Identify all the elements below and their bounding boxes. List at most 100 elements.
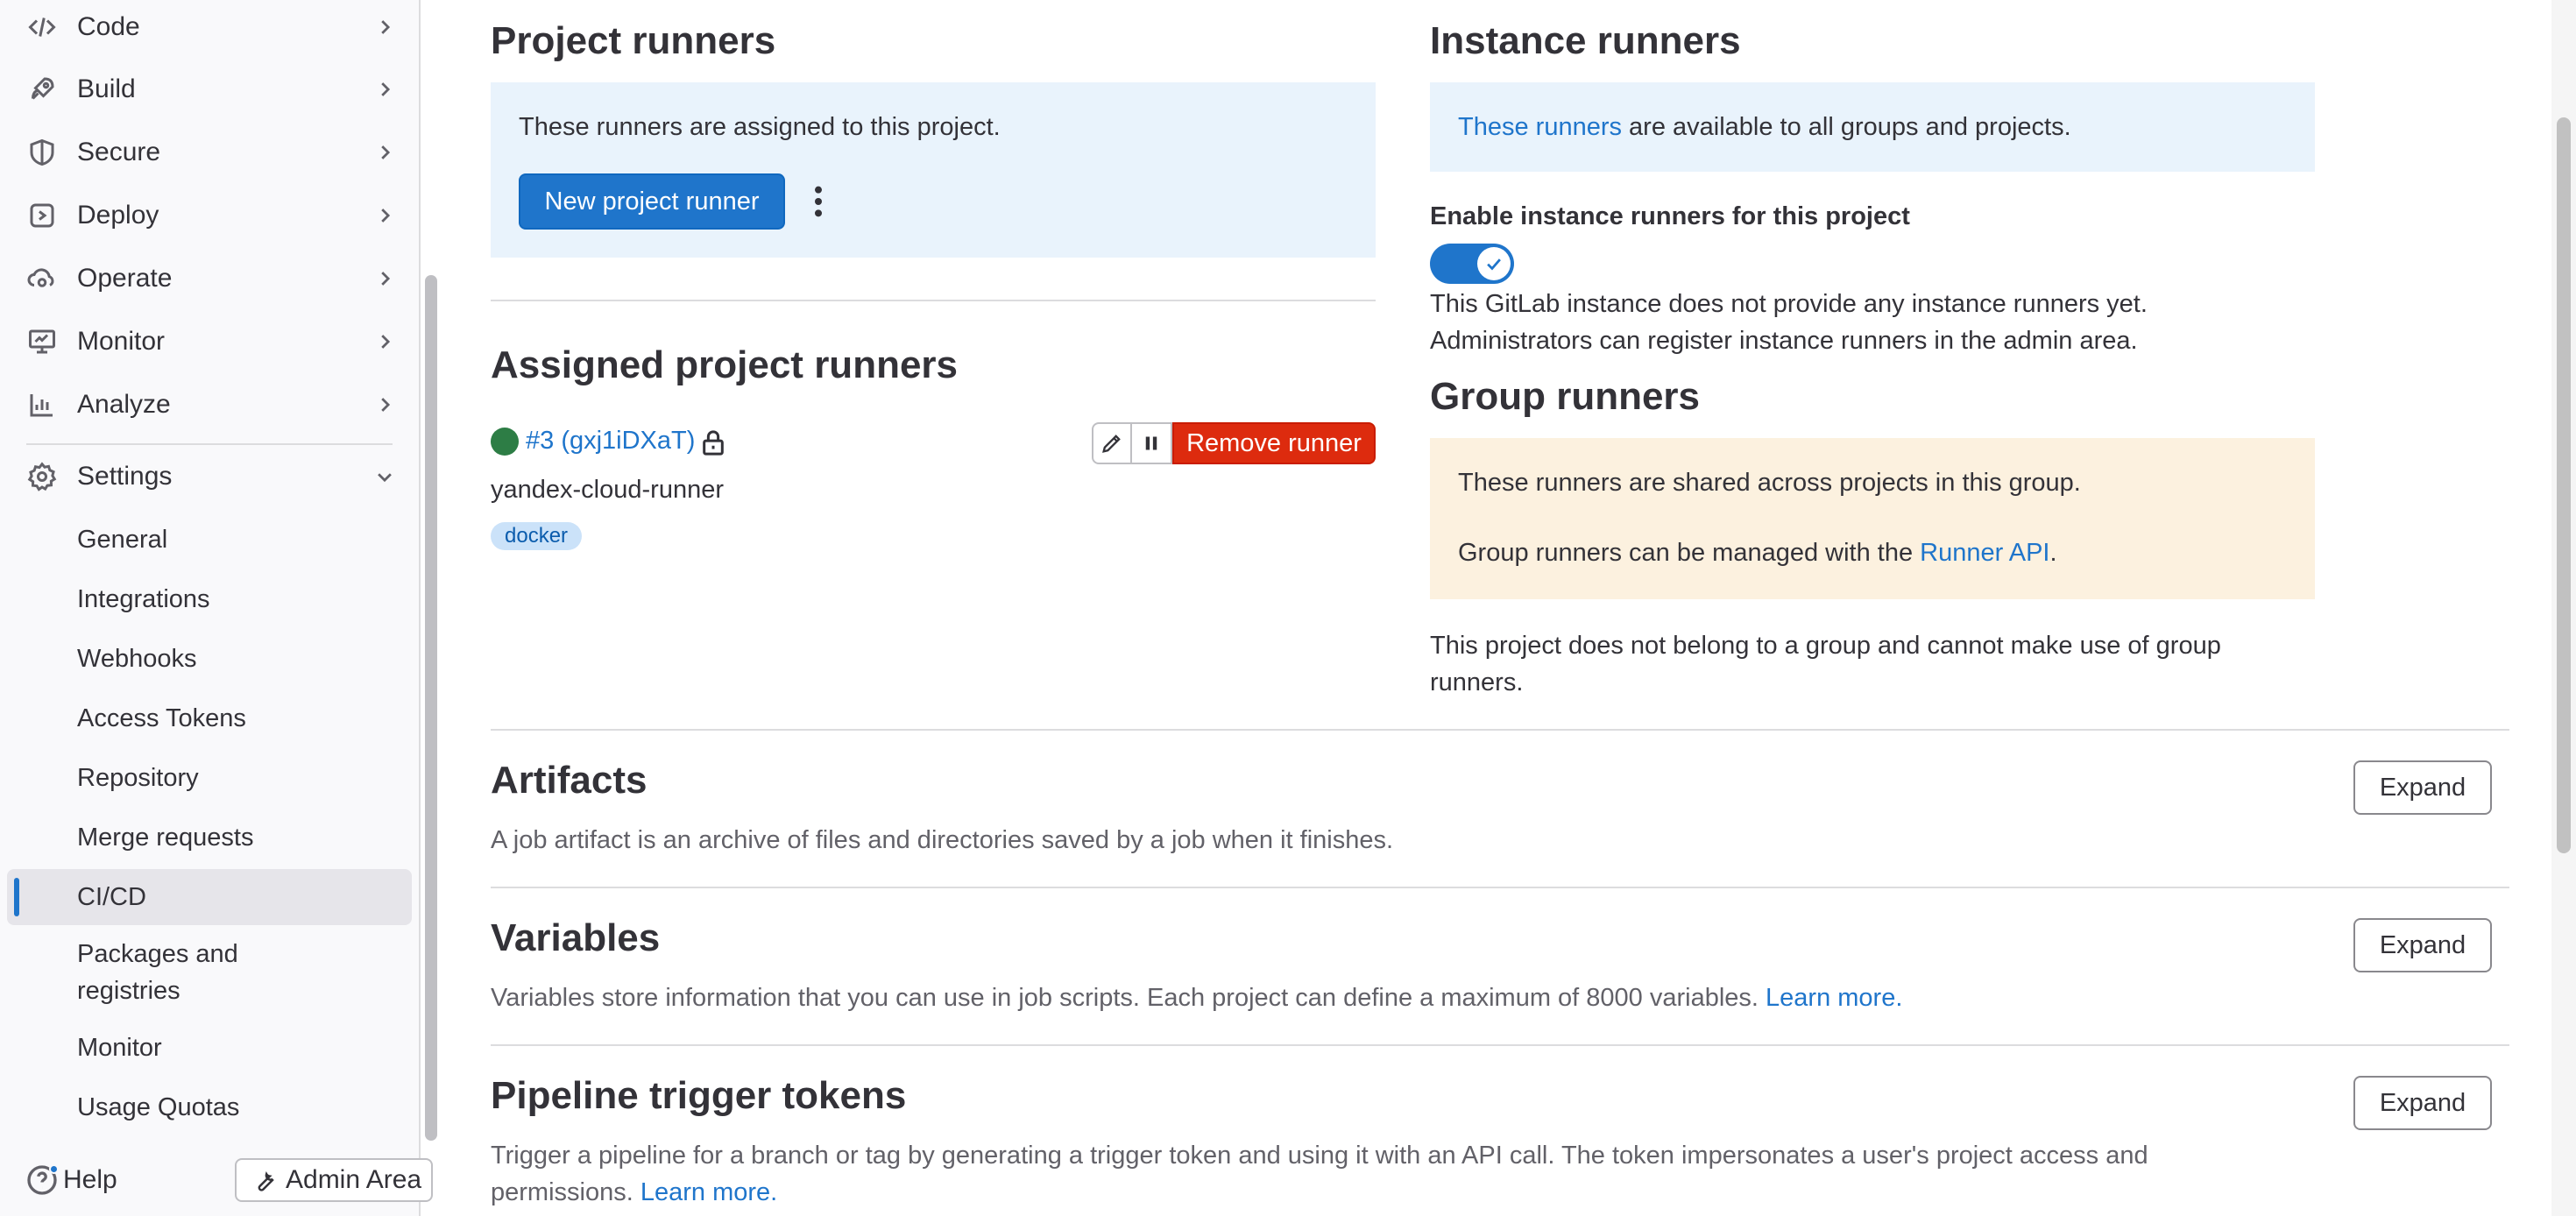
sidebar-item-general[interactable]: General [7,512,412,568]
group-runners-info-box [1430,438,2315,599]
nav-item-settings[interactable]: Settings [0,445,412,508]
chevron-right-icon [375,18,394,37]
nav-label: Operate [77,264,173,293]
cloud-gear-icon [26,263,58,294]
nav-item-analyze[interactable]: Analyze [0,373,412,436]
edit-runner-button[interactable] [1092,422,1132,464]
nav-item-build[interactable]: Build [0,58,412,121]
instance-runners-note-2: Administrators can register instance run… [1430,327,2138,355]
variables-title: Variables [491,916,661,959]
project-runners-title: Project runners [491,19,776,62]
nav-label: Monitor [77,327,166,356]
instance-runners-note-1: This GitLab instance does not provide an… [1430,290,2148,318]
new-project-runner-button[interactable]: New project runner [519,173,785,230]
these-runners-link[interactable]: These runners [1458,113,1622,141]
runner-online-status-icon [491,428,519,456]
period: . [2049,539,2057,567]
chevron-right-icon [375,206,394,225]
variables-learn-more-link[interactable]: Learn more. [1766,984,1902,1012]
sub-label: Access Tokens [77,704,246,732]
instance-runners-info: These runners are available to all group… [1458,109,2071,145]
sub-label: Packages and registries [77,940,238,1005]
pipeline-trigger-tokens-expand-button[interactable]: Expand [2353,1076,2492,1130]
variables-description: Variables store information that you can… [491,979,1902,1016]
deploy-icon [26,200,58,231]
project-runners-info-text: These runners are assigned to this proje… [519,113,1001,141]
sidebar-item-monitor[interactable]: Monitor [7,1020,412,1076]
sidebar-scrollbar[interactable] [425,275,437,1141]
nav-item-operate[interactable]: Operate [0,247,412,310]
section-divider [491,887,2509,888]
chevron-right-icon [375,80,394,99]
chevron-right-icon [375,143,394,162]
runner-actions-group: Remove runner [1092,422,1376,464]
chevron-right-icon [375,332,394,351]
sub-label: CI/CD [77,883,146,911]
rocket-icon [26,74,58,105]
sidebar-item-usage-quotas[interactable]: Usage Quotas [7,1079,412,1135]
runner-tag: docker [491,522,583,550]
nav-label: Analyze [77,390,171,419]
wrench-icon [251,1167,277,1193]
runner-name: yandex-cloud-runner [491,476,724,504]
chevron-right-icon [375,269,394,288]
instance-runners-title: Instance runners [1430,19,1741,62]
pipeline-trigger-learn-more-link[interactable]: Learn more. [640,1178,777,1206]
sidebar-item-cicd[interactable]: CI/CD [7,869,412,925]
instance-runners-info-text: are available to all groups and projects… [1622,113,2071,141]
section-divider [491,1044,2509,1046]
help-button[interactable]: Help [25,1158,117,1202]
more-actions-icon[interactable] [808,184,829,219]
runner-api-link[interactable]: Runner API [1920,539,2049,567]
help-icon [25,1163,60,1198]
remove-runner-button[interactable]: Remove runner [1172,422,1376,464]
artifacts-title: Artifacts [491,759,648,802]
sidebar-item-webhooks[interactable]: Webhooks [7,631,412,687]
sub-label: Merge requests [77,824,254,852]
nav-item-secure[interactable]: Secure [0,121,412,184]
nav-label: Build [77,74,136,103]
pause-runner-button[interactable] [1132,422,1172,464]
chevron-down-icon [375,467,394,486]
nav-label: Secure [77,138,161,166]
code-icon [26,11,58,43]
nav-label: Code [77,12,140,41]
check-icon [1477,247,1511,280]
instance-runners-toggle-label: Enable instance runners for this project [1430,202,1910,230]
nav-item-monitor[interactable]: Monitor [0,310,412,373]
variables-description-text: Variables store information that you can… [491,984,1759,1012]
lock-icon [701,429,725,456]
runner-link[interactable]: #3 (gxj1iDXaT) [526,422,695,459]
artifacts-expand-button[interactable]: Expand [2353,760,2492,815]
variables-expand-button[interactable]: Expand [2353,918,2492,972]
artifacts-description: A job artifact is an archive of files an… [491,826,1394,854]
sidebar-item-packages-registries[interactable]: Packages and registries [7,932,412,1013]
pause-icon [1143,435,1160,452]
nav-label: Settings [77,462,173,491]
notification-dot [49,1164,59,1174]
shield-icon [26,137,58,168]
admin-area-button[interactable]: Admin Area [235,1158,433,1202]
group-runners-info-1: These runners are shared across projects… [1458,469,2081,497]
sidebar-item-integrations[interactable]: Integrations [7,571,412,627]
nav-item-deploy[interactable]: Deploy [0,184,412,247]
sidebar-item-access-tokens[interactable]: Access Tokens [7,690,412,746]
pipeline-trigger-tokens-description: Trigger a pipeline for a branch or tag b… [491,1137,2243,1211]
sub-label: Integrations [77,585,210,613]
pipeline-trigger-tokens-title: Pipeline trigger tokens [491,1074,907,1117]
section-divider [491,300,1376,301]
chart-icon [26,389,58,421]
instance-runners-toggle[interactable] [1430,244,1514,284]
assigned-runners-title: Assigned project runners [491,343,959,386]
group-runners-info-2: Group runners can be managed with the Ru… [1458,534,2057,571]
sidebar-item-repository[interactable]: Repository [7,750,412,806]
sidebar-item-merge-requests[interactable]: Merge requests [7,809,412,866]
group-runners-note: This project does not belong to a group … [1430,632,2221,696]
nav-item-code[interactable]: Code [0,0,412,59]
section-divider [491,729,2509,731]
sub-label: General [77,526,168,554]
chevron-right-icon [375,395,394,414]
sub-label: Repository [77,764,199,792]
sidebar: Code Build Secure Deploy Operate Monitor… [0,0,433,1216]
main-scrollbar[interactable] [2557,117,2571,853]
